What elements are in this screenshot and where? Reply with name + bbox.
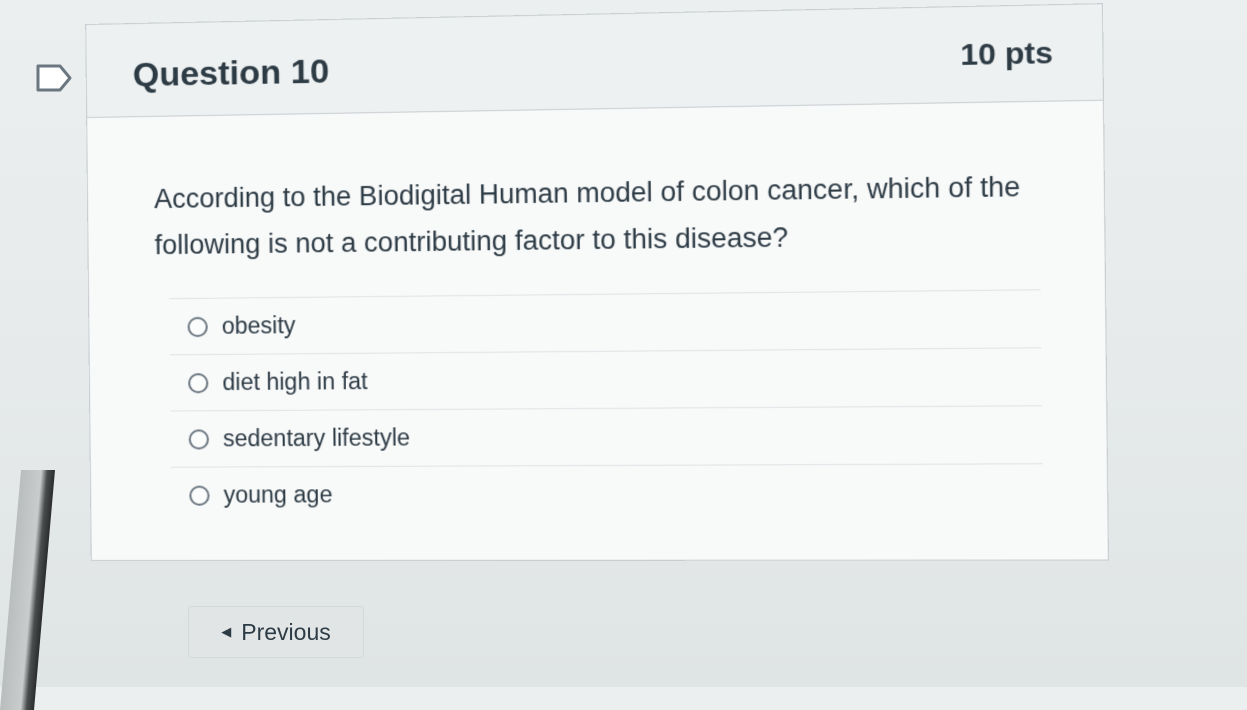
question-text: According to the Biodigital Human model … (153, 171, 1021, 261)
previous-button[interactable]: ◀ Previous (188, 606, 364, 658)
radio-button[interactable] (189, 485, 210, 506)
question-points: 10 pts (960, 36, 1054, 73)
radio-button[interactable] (188, 372, 209, 393)
answer-option-sedentary-lifestyle[interactable]: sedentary lifestyle (170, 406, 1043, 468)
flag-question-icon[interactable] (34, 60, 74, 96)
answer-label: young age (223, 481, 333, 508)
answer-list: obesity diet high in fat sedentary lifes… (169, 289, 1044, 523)
question-header: Question 10 10 pts (86, 4, 1103, 119)
question-title: Question 10 (132, 52, 330, 95)
answer-option-young-age[interactable]: young age (171, 464, 1043, 523)
answer-label: obesity (221, 311, 296, 339)
caret-left-icon: ◀ (221, 624, 232, 639)
answer-option-diet-high-in-fat[interactable]: diet high in fat (169, 348, 1042, 412)
answer-label: diet high in fat (222, 367, 368, 396)
radio-button[interactable] (188, 428, 210, 450)
answer-option-obesity[interactable]: obesity (169, 290, 1042, 356)
previous-label: Previous (241, 618, 331, 645)
answer-label: sedentary lifestyle (222, 424, 411, 452)
question-card: Question 10 10 pts According to the Biod… (85, 3, 1109, 562)
radio-button[interactable] (187, 316, 208, 337)
monitor-bezel (0, 470, 55, 710)
